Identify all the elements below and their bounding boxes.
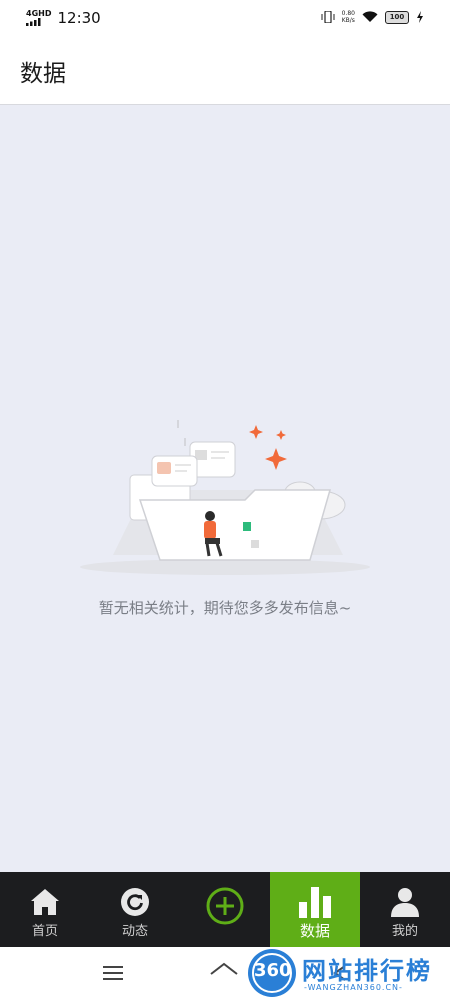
nav-profile-label: 我的 [391, 924, 418, 939]
nav-publish[interactable] [180, 872, 270, 947]
charging-icon [417, 11, 423, 23]
page-title: 数据 [20, 61, 66, 87]
refresh-icon [121, 888, 149, 916]
nav-home[interactable]: 首页 [0, 872, 90, 947]
home-icon [31, 889, 59, 915]
empty-data-illustration [80, 420, 370, 575]
wifi-icon [362, 11, 378, 22]
clock: 12:30 [57, 9, 101, 27]
watermark-logo-text: 360 [254, 960, 292, 981]
nav-data-label: 数据 [299, 922, 330, 940]
nav-profile[interactable]: 我的 [360, 872, 450, 947]
watermark-logo: 360 网站排行榜 -WANGZHAN360.CN- [246, 945, 446, 1000]
person-icon [391, 888, 419, 917]
nav-data[interactable]: 数据 [270, 872, 360, 947]
vibrate-icon [321, 11, 335, 23]
bar-chart-icon [299, 887, 331, 918]
nav-home-label: 首页 [31, 924, 58, 939]
status-bar: 4GHD 12:30 0.80 KB/s 100 [0, 0, 450, 36]
bottom-nav: 首页 动态 数据 我的 [0, 872, 450, 947]
network-speed: 0.80 KB/s [341, 10, 355, 24]
nav-activity-label: 动态 [121, 924, 148, 939]
signal-icon [26, 18, 41, 26]
home-icon[interactable] [209, 962, 239, 984]
add-circle-icon [206, 887, 244, 925]
watermark-subtext: -WANGZHAN360.CN- [304, 983, 403, 992]
network-indicator: 4GHD [26, 10, 51, 26]
battery-icon: 100 [385, 10, 409, 24]
menu-icon[interactable] [102, 965, 124, 981]
empty-state-message: 暂无相关统计，期待您多多发布信息~ [98, 599, 352, 617]
watermark-text: 网站排行榜 [302, 957, 432, 985]
nav-activity[interactable]: 动态 [90, 872, 180, 947]
app-header: 数据 [0, 36, 450, 105]
